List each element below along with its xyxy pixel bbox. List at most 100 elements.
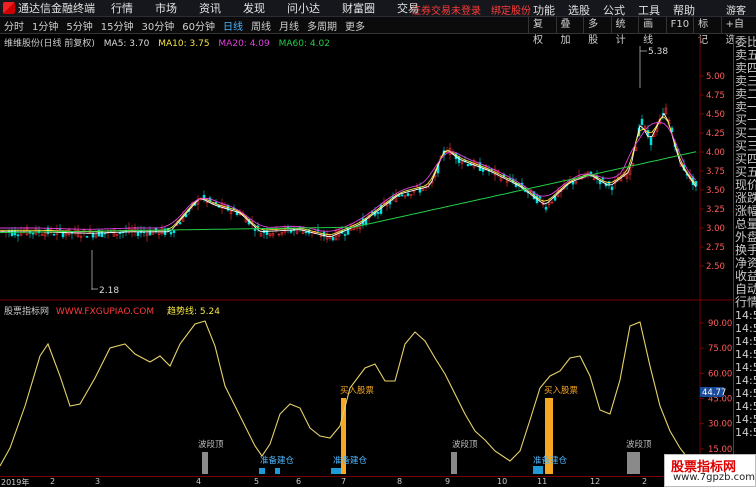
period-monthly[interactable]: 月线 [275,18,303,33]
candle-body [481,168,485,172]
price-low-label: 2.18 [99,286,119,296]
quote-field-label[interactable]: 自动 [734,283,756,296]
candle-body [52,234,56,236]
f10-button[interactable]: F10 [665,17,693,34]
candle-body [31,232,35,235]
tick-time: 14:50 [735,400,756,413]
quote-field-label: 卖五 [735,49,756,62]
quote-field-label: 买三 [735,140,756,153]
period-1min[interactable]: 1分钟 [28,18,62,33]
quote-field-label: 买二 [735,127,756,140]
xaxis-label: 11 [537,477,548,486]
prepare-signal-bar [275,468,280,474]
candle-body [466,163,470,166]
period-intraday[interactable]: 分时 [0,18,28,33]
menu-wealth[interactable]: 财富圈 [342,0,375,16]
trade-login-link[interactable]: 证券交易未登录 [411,2,481,17]
guest-label[interactable]: 游客 [726,2,746,17]
period-toolbar: 分时 1分钟 5分钟 15分钟 30分钟 60分钟 日线 周线 月线 多周期 更… [0,17,756,46]
quote-field-label: 委比 [735,36,756,49]
candle-body [169,231,173,235]
app-window: 通达信金融终端 行情 市场 资讯 发现 问小达 财富圈 交易 证券交易未登录 绑… [0,0,756,487]
prepare-signal-bar [259,468,265,474]
xaxis-label: 7 [341,477,347,486]
ma20-line [0,121,697,232]
menu-quote[interactable]: 行情 [111,0,133,16]
restore-rights-button[interactable]: 复权 [528,17,556,46]
quote-field-label: 卖四 [735,62,756,75]
quote-field-label: 现价 [735,179,756,192]
bind-shares-link[interactable]: 绑定股份 [491,2,531,17]
menu-formula[interactable]: 公式 [603,2,625,18]
prepare-signal-bar [331,468,341,474]
indicator-tick-label: 90.00 [708,319,732,329]
quote-field-label: 净资 [735,257,756,270]
xaxis-label: 8 [397,477,403,486]
menu-help[interactable]: 帮助 [673,2,695,18]
period-15min[interactable]: 15分钟 [97,18,138,33]
candle-body [10,230,14,236]
indicator-legend: 股票指标网 WWW.FXGUPIAO.COM 趋势线: 5.24 [4,304,220,317]
tick-time: 14:50 [735,309,756,322]
price-high-label: 5.38 [648,47,668,57]
wave_top-label: 波段顶 [198,439,224,450]
menu-stock-select[interactable]: 选股 [568,2,590,18]
tick-time: 14:50 [735,361,756,374]
quote-field-label: 收益 [735,270,756,283]
period-30min[interactable]: 30分钟 [137,18,178,33]
quote-field-label: 换手 [735,244,756,257]
draw-line-button[interactable]: 画线 [638,17,666,46]
menu-wenxiaoda[interactable]: 问小达 [287,0,320,16]
overlay-button[interactable]: 叠加 [555,17,584,46]
quote-field-label[interactable]: 行情 [734,296,756,309]
tick-time: 14:50 [735,374,756,387]
ma60-label: MA60: 4.02 [278,39,330,49]
period-daily[interactable]: 日线 [219,18,247,33]
ma60-line [0,151,697,234]
indicator-tick-label: 75.00 [708,344,732,354]
candle-body [118,232,122,235]
quote-field-label: 买四 [735,153,756,166]
candle-body [610,186,614,191]
trend-value: 趋势线: 5.24 [167,307,220,317]
price-tick-label: 4.75 [706,91,725,101]
price-tick-label: 5.00 [706,72,725,82]
period-weekly[interactable]: 周线 [247,18,275,33]
price-tick-label: 3.25 [706,205,725,215]
price-tick-label: 3.50 [706,186,725,196]
candlesticks [1,103,698,243]
high-low-markers: 5.38 2.18 [91,46,668,296]
candle-body [148,230,152,236]
menu-tools[interactable]: 工具 [638,2,660,18]
menu-market[interactable]: 市场 [155,0,177,16]
xaxis-label: 6 [296,477,302,486]
title-bar: 通达信金融终端 行情 市场 资讯 发现 问小达 财富圈 交易 证券交易未登录 绑… [0,0,756,17]
menu-discover[interactable]: 发现 [243,0,265,16]
menu-function[interactable]: 功能 [533,2,555,18]
xaxis-label: 10 [497,477,508,486]
stock-name: 维维股份(日线 前复权) [4,39,95,49]
quote-field-label: 买五 [735,166,756,179]
buy-label: 买入股票 [544,386,579,396]
buy-label: 买入股票 [340,386,375,396]
xaxis-label: 2 [50,477,56,486]
period-multi[interactable]: 多周期 [303,18,341,33]
tick-time: 14:50 [735,413,756,426]
add-watchlist-button[interactable]: +自选 [720,17,756,46]
prepare-label: 准备建仓 [260,455,295,466]
xaxis-label: 2019年 [1,478,30,487]
multi-stock-button[interactable]: 多股 [583,17,611,46]
period-60min[interactable]: 60分钟 [178,18,219,33]
candle-body [640,118,644,125]
period-5min[interactable]: 5分钟 [62,18,96,33]
candle-body [202,195,206,199]
candle-body [400,194,404,197]
statistics-button[interactable]: 统计 [610,17,639,46]
menu-news[interactable]: 资讯 [199,0,221,16]
period-more[interactable]: 更多 [341,18,369,33]
kline-chart[interactable]: 5.00 4.75 4.50 4.25 4.00 3.75 3.50 3.25 3.00 2.75… [0,36,733,476]
watermark-url: www.7gpzb.com [673,472,755,483]
indicator-axis: 90.0075.0060.0045.0030.0015.00 [700,319,732,455]
mark-button[interactable]: 标记 [693,17,721,46]
indicator-tick-label: 30.00 [708,420,732,430]
